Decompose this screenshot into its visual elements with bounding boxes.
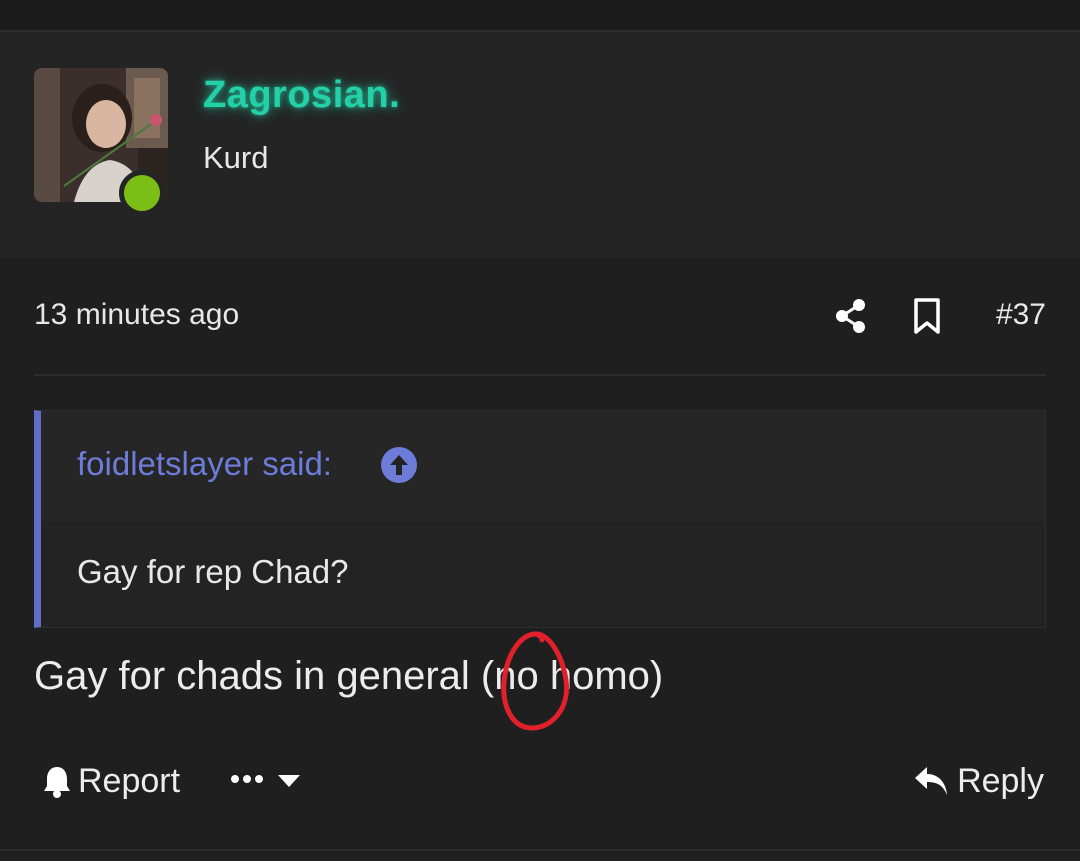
user-title: Kurd [203, 140, 269, 175]
post-actions: Report Reply [34, 758, 1046, 804]
report-label: Report [78, 761, 181, 800]
quote-author[interactable]: foidletslayer said: [77, 445, 332, 483]
post-bottom-border [0, 849, 1080, 851]
message-text-before: Gay for chads in general ( [34, 654, 495, 698]
ellipsis-caret-icon [231, 775, 300, 787]
quote-text: Gay for rep Chad? [77, 553, 349, 590]
post-number[interactable]: #37 [996, 298, 1046, 332]
online-status-dot [119, 170, 165, 216]
post-user-header: Zagrosian. Kurd [0, 32, 1080, 290]
reply-button[interactable]: Reply [913, 758, 1044, 804]
reply-label: Reply [957, 761, 1044, 800]
report-button[interactable]: Report [42, 758, 180, 804]
header-pointer [70, 260, 130, 290]
quote-header: foidletslayer said: [41, 411, 1045, 521]
quote-block: foidletslayer said: Gay for rep Chad? [34, 410, 1046, 628]
bookmark-icon[interactable] [912, 298, 942, 334]
reply-arrow-icon [915, 767, 948, 795]
post-timestamp[interactable]: 13 minutes ago [34, 298, 239, 332]
arrow-up-circle-icon[interactable] [381, 447, 417, 483]
top-bar [0, 0, 1080, 32]
more-options-button[interactable] [230, 758, 304, 804]
share-icon[interactable] [834, 298, 868, 334]
post-meta-row: 13 minutes ago #37 [34, 294, 1046, 338]
red-circle-annotation [501, 631, 570, 731]
divider [34, 374, 1046, 376]
username[interactable]: Zagrosian. [203, 74, 400, 117]
bell-icon [44, 767, 70, 798]
